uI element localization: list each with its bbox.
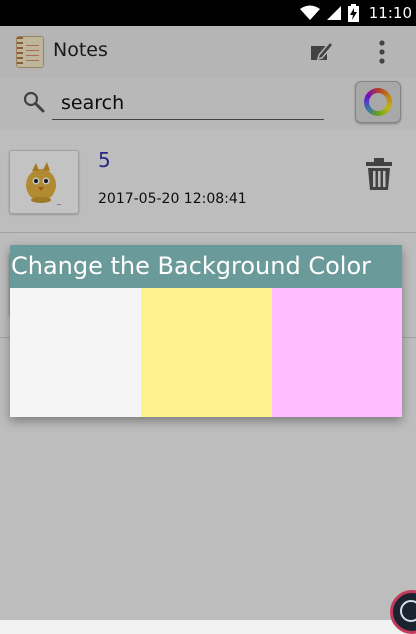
background-color-dialog: Change the Background Color [10, 245, 402, 417]
wifi-icon [299, 5, 320, 20]
assistant-ring-icon [400, 600, 416, 622]
signal-icon [326, 6, 341, 20]
color-swatches [10, 288, 402, 417]
dialog-title: Change the Background Color [10, 245, 402, 288]
clock: 11:10 [368, 4, 412, 22]
battery-charging-icon [347, 4, 359, 22]
color-swatch-pink[interactable] [272, 288, 402, 417]
color-swatch-yellow[interactable] [141, 288, 272, 417]
color-swatch-white[interactable] [10, 288, 141, 417]
status-bar: 11:10 [0, 0, 416, 26]
